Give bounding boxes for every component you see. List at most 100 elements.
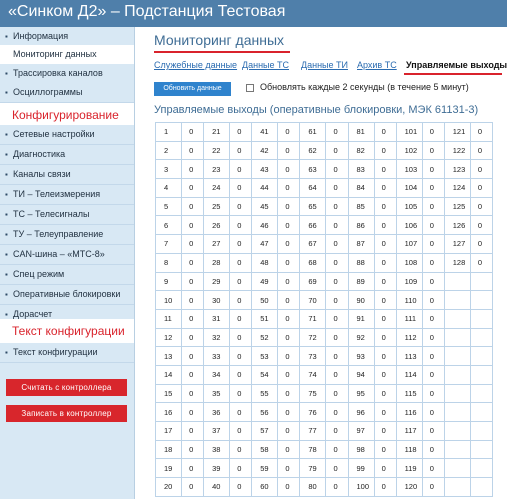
output-value-cell: 0 <box>421 290 445 310</box>
bullet-icon: ▪ <box>5 170 8 179</box>
sidebar-item-monitoring[interactable]: Мониторинг данных <box>0 45 134 65</box>
sidebar-item-oscillograms[interactable]: ▪ Осциллограммы <box>0 83 134 103</box>
sidebar-item-config-text[interactable]: ▪ Текст конфигурации <box>0 343 134 363</box>
output-number-cell: 36 <box>203 402 231 422</box>
output-number-cell: 28 <box>203 252 231 273</box>
empty-cell <box>469 327 494 348</box>
auto-update-checkbox[interactable] <box>246 84 254 92</box>
output-number-cell: 44 <box>251 178 279 198</box>
sidebar-item-label: CAN-шина – «МТС-8» <box>13 249 105 259</box>
output-number-cell: 45 <box>251 196 279 217</box>
table-row: 3 0 23 0 43 0 63 0 83 0 103 0 123 0 <box>154 159 494 180</box>
read-from-controller-button[interactable]: Считать с контроллера <box>6 379 127 396</box>
page-title: Мониторинг данных <box>154 32 285 48</box>
title-underline <box>154 51 290 53</box>
output-value-cell: 0 <box>373 421 397 441</box>
sidebar-item-special-mode[interactable]: ▪ Спец режим <box>0 265 134 285</box>
output-number-cell: 42 <box>251 140 279 161</box>
write-to-controller-button[interactable]: Записать в контроллер <box>6 405 127 422</box>
output-value-cell: 0 <box>373 290 397 310</box>
output-number-cell: 111 <box>395 308 423 329</box>
output-number-cell: 19 <box>154 458 183 479</box>
output-number-cell: 98 <box>347 439 375 460</box>
output-number-cell: 24 <box>203 178 231 198</box>
output-number-cell: 29 <box>203 271 231 292</box>
output-number-cell: 15 <box>154 383 183 404</box>
table-row: 6 0 26 0 46 0 66 0 86 0 106 0 126 0 <box>154 215 494 236</box>
empty-cell <box>469 477 494 497</box>
output-number-cell: 7 <box>154 234 183 254</box>
output-number-cell: 89 <box>347 271 375 292</box>
empty-cell <box>469 290 494 310</box>
output-number-cell: 54 <box>251 364 279 385</box>
sidebar-item-tracing[interactable]: ▪ Трассировка каналов <box>0 64 134 84</box>
output-number-cell: 40 <box>203 477 231 497</box>
output-value-cell: 0 <box>277 140 301 161</box>
sidebar-item-ts[interactable]: ▪ ТС – Телесигналы <box>0 205 134 225</box>
output-value-cell: 0 <box>421 159 445 180</box>
output-value-cell: 0 <box>325 271 349 292</box>
output-number-cell: 53 <box>251 346 279 366</box>
output-number-cell: 77 <box>299 421 327 441</box>
empty-cell <box>469 421 494 441</box>
output-number-cell: 34 <box>203 364 231 385</box>
output-value-cell: 0 <box>373 271 397 292</box>
sidebar-item-label: Мониторинг данных <box>13 49 97 59</box>
tab-ts-archive[interactable]: Архив ТС <box>357 60 397 70</box>
sidebar: ▪ Информация Мониторинг данных ▪ Трассиров… <box>0 27 135 499</box>
tab-ts-data[interactable]: Данные ТС <box>242 60 289 70</box>
tab-ti-data[interactable]: Данные ТИ <box>301 60 348 70</box>
output-value-cell: 0 <box>229 364 253 385</box>
output-number-cell: 69 <box>299 271 327 292</box>
output-number-cell: 30 <box>203 290 231 310</box>
output-number-cell: 101 <box>395 122 423 142</box>
sidebar-item-information[interactable]: ▪ Информация <box>0 27 134 47</box>
output-number-cell: 123 <box>443 159 471 180</box>
output-value-cell: 0 <box>181 346 205 366</box>
sidebar-item-network[interactable]: ▪ Сетевые настройки <box>0 125 134 145</box>
tab-controlled-outputs[interactable]: Управляемые выходы <box>406 60 507 70</box>
output-number-cell: 114 <box>395 364 423 385</box>
empty-cell <box>469 346 494 366</box>
output-value-cell: 0 <box>277 364 301 385</box>
bullet-icon: ▪ <box>5 190 8 199</box>
sidebar-item-interlocks[interactable]: ▪ Оперативные блокировки <box>0 285 134 305</box>
sidebar-item-label: Трассировка каналов <box>13 68 103 78</box>
output-number-cell: 120 <box>395 477 423 497</box>
sidebar-item-label: Дорасчет <box>13 309 53 319</box>
output-number-cell: 17 <box>154 421 183 441</box>
output-number-cell: 64 <box>299 178 327 198</box>
output-value-cell: 0 <box>181 215 205 236</box>
sidebar-item-label: ТУ – Телеуправление <box>13 229 104 239</box>
sidebar-item-tu[interactable]: ▪ ТУ – Телеуправление <box>0 225 134 245</box>
output-number-cell: 33 <box>203 346 231 366</box>
output-number-cell: 128 <box>443 252 471 273</box>
sidebar-item-channels[interactable]: ▪ Каналы связи <box>0 165 134 185</box>
output-value-cell: 0 <box>421 346 445 366</box>
sidebar-item-diagnostics[interactable]: ▪ Диагностика <box>0 145 134 165</box>
empty-cell <box>469 383 494 404</box>
output-number-cell: 35 <box>203 383 231 404</box>
update-data-button[interactable]: Обновить данные <box>154 82 231 96</box>
sidebar-item-can-bus[interactable]: ▪ CAN-шина – «МТС-8» <box>0 245 134 265</box>
sidebar-item-ti[interactable]: ▪ ТИ – Телеизмерения <box>0 185 134 205</box>
output-value-cell: 0 <box>373 308 397 329</box>
sidebar-item-label: Информация <box>13 31 69 41</box>
output-number-cell: 122 <box>443 140 471 161</box>
output-value-cell: 0 <box>373 346 397 366</box>
table-row: 5 0 25 0 45 0 65 0 85 0 105 0 125 0 <box>154 196 494 217</box>
auto-update-label: Обновлять каждые 2 секунды (в течение 5 … <box>260 82 469 92</box>
output-value-cell: 0 <box>229 234 253 254</box>
output-number-cell: 95 <box>347 383 375 404</box>
empty-cell <box>443 402 471 422</box>
bullet-icon: ▪ <box>5 290 8 299</box>
tab-service-data[interactable]: Служебные данные <box>154 60 237 70</box>
output-number-cell: 27 <box>203 234 231 254</box>
output-number-cell: 2 <box>154 140 183 161</box>
empty-cell <box>443 327 471 348</box>
output-number-cell: 59 <box>251 458 279 479</box>
output-value-cell: 0 <box>373 364 397 385</box>
output-number-cell: 106 <box>395 215 423 236</box>
bullet-icon: ▪ <box>5 130 8 139</box>
output-number-cell: 126 <box>443 215 471 236</box>
